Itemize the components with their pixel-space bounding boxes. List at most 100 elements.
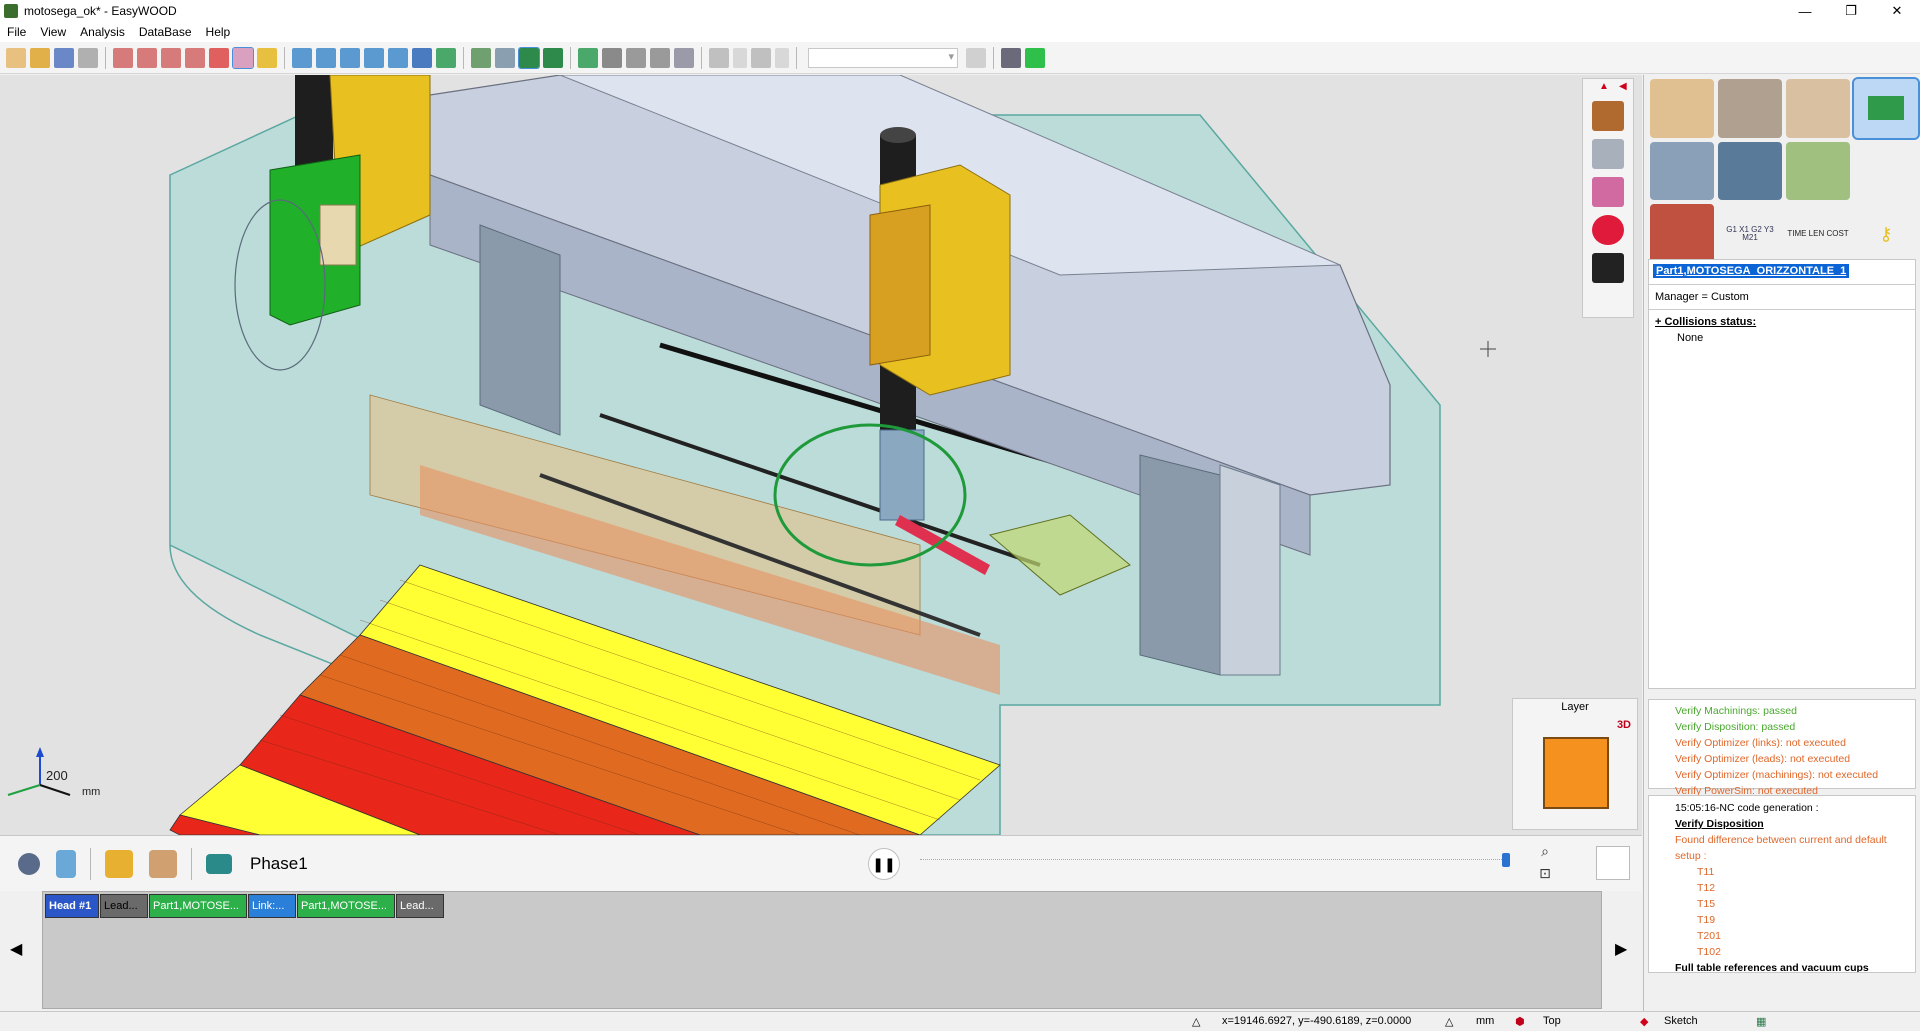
close-button[interactable]: ✕ bbox=[1874, 0, 1920, 22]
panel-blue-icon[interactable] bbox=[1718, 141, 1782, 201]
sequence-item[interactable]: Lead... bbox=[100, 894, 148, 918]
zoom-in-icon[interactable] bbox=[137, 47, 157, 68]
copy-icon[interactable] bbox=[966, 47, 986, 68]
layer-combo[interactable] bbox=[808, 47, 958, 68]
zoom-fit-icon[interactable]: ⊡ bbox=[1532, 862, 1558, 884]
menu-help[interactable]: Help bbox=[199, 25, 238, 39]
timeline-slider[interactable] bbox=[920, 853, 1510, 867]
undo-dropdown-icon[interactable] bbox=[733, 47, 747, 68]
mode-label[interactable]: Sketch bbox=[1664, 1015, 1698, 1027]
zoom-window-icon[interactable] bbox=[113, 47, 133, 68]
gear-tool-icon[interactable] bbox=[1650, 141, 1714, 201]
undo-icon[interactable] bbox=[709, 47, 729, 68]
user-icon[interactable] bbox=[1001, 47, 1021, 68]
minimize-button[interactable]: — bbox=[1782, 0, 1828, 22]
filter-button[interactable] bbox=[1596, 846, 1630, 880]
report-icon[interactable] bbox=[674, 47, 694, 68]
simulate-icon[interactable] bbox=[105, 849, 133, 878]
redo-icon[interactable] bbox=[751, 47, 771, 68]
optimize-icon[interactable] bbox=[149, 849, 177, 878]
zoom-search-icon[interactable]: ⌕ bbox=[1532, 840, 1558, 862]
pencil-tool-icon[interactable] bbox=[1650, 79, 1714, 138]
phase-bar: Phase1 ❚❚ ⌕ ⊡ bbox=[0, 835, 1642, 891]
sequence-item[interactable]: Part1,MOTOSE... bbox=[149, 894, 247, 918]
slider-knob[interactable] bbox=[1502, 853, 1510, 867]
cut-icon[interactable] bbox=[650, 47, 670, 68]
collapse-up-icon[interactable]: ▲ bbox=[1599, 81, 1609, 92]
view-back-icon[interactable] bbox=[340, 47, 360, 68]
sequence-item[interactable]: Link:... bbox=[248, 894, 296, 918]
scroll-right-icon[interactable]: ▶ bbox=[1615, 939, 1627, 959]
grid-icon[interactable]: ▦ bbox=[1756, 1015, 1766, 1028]
panel-tool-icon[interactable] bbox=[1786, 79, 1850, 138]
license-icon[interactable] bbox=[1025, 47, 1045, 68]
print-icon[interactable] bbox=[78, 47, 98, 68]
save-icon[interactable] bbox=[54, 47, 74, 68]
3d-viewport[interactable]: 200 mm bbox=[0, 75, 1642, 835]
cash-icon[interactable] bbox=[1786, 141, 1850, 201]
menu-database[interactable]: DataBase bbox=[132, 25, 199, 39]
view-label[interactable]: Top bbox=[1543, 1015, 1561, 1027]
layer-preview[interactable] bbox=[1543, 737, 1609, 809]
wireframe-icon[interactable] bbox=[471, 47, 491, 68]
trash-icon[interactable] bbox=[56, 849, 76, 878]
log-verify-disposition[interactable]: Verify Disposition bbox=[1675, 816, 1903, 832]
shaded-icon[interactable] bbox=[518, 46, 540, 69]
record-tool-icon[interactable] bbox=[1592, 215, 1624, 245]
pause-button[interactable]: ❚❚ bbox=[868, 848, 900, 880]
unit-icon: △ bbox=[1445, 1016, 1454, 1028]
section-tool-icon[interactable] bbox=[1592, 139, 1624, 169]
collapse-left-icon[interactable]: ◀ bbox=[1619, 81, 1627, 92]
settings-gear-icon[interactable] bbox=[18, 852, 40, 875]
scroll-left-icon[interactable]: ◀ bbox=[10, 939, 22, 959]
new-file-icon[interactable] bbox=[6, 47, 26, 68]
time-cost-icon[interactable]: TIME LEN COST bbox=[1786, 204, 1850, 263]
sketch-icon: ◆ bbox=[1640, 1016, 1649, 1028]
menu-file[interactable]: File bbox=[0, 25, 33, 39]
machine-tool-icon[interactable] bbox=[1852, 77, 1920, 140]
key-icon[interactable]: ⚷ bbox=[1854, 204, 1918, 263]
light-icon[interactable] bbox=[257, 47, 277, 68]
layer-mode-3d[interactable]: 3D bbox=[1617, 719, 1631, 731]
view-front-icon[interactable] bbox=[316, 47, 336, 68]
log-tool: T15 bbox=[1697, 898, 1716, 910]
box-icon[interactable] bbox=[1650, 204, 1714, 263]
unit-label[interactable]: mm bbox=[1476, 1015, 1494, 1027]
zoom-out-icon[interactable] bbox=[161, 47, 181, 68]
hand-tool-icon[interactable] bbox=[1592, 101, 1624, 131]
view-left-icon[interactable] bbox=[364, 47, 384, 68]
phase-label[interactable]: Phase1 bbox=[250, 854, 308, 874]
view-tools-strip: ▲ ◀ bbox=[1582, 78, 1634, 318]
stack-tool-icon[interactable] bbox=[1592, 253, 1624, 283]
sequence-track: Head #1 Lead... Part1,MOTOSE... Link:...… bbox=[42, 891, 1602, 1009]
menu-bar: File View Analysis DataBase Help bbox=[0, 22, 1920, 42]
gcode-icon[interactable]: G1 X1 G2 Y3 M21 bbox=[1718, 204, 1782, 263]
sequence-item[interactable]: Lead... bbox=[396, 894, 444, 918]
open-file-icon[interactable] bbox=[30, 47, 50, 68]
view-iso-icon[interactable] bbox=[292, 47, 312, 68]
select-box-icon[interactable] bbox=[578, 47, 598, 68]
shaded-edges-icon[interactable] bbox=[543, 47, 563, 68]
drill-tool-icon[interactable] bbox=[1718, 79, 1782, 138]
maximize-button[interactable]: ❐ bbox=[1828, 0, 1874, 22]
log-tool: T11 bbox=[1697, 866, 1715, 878]
sequence-item[interactable]: Part1,MOTOSE... bbox=[297, 894, 395, 918]
menu-analysis[interactable]: Analysis bbox=[73, 25, 132, 39]
menu-view[interactable]: View bbox=[33, 25, 73, 39]
measure-icon[interactable] bbox=[232, 46, 254, 69]
hidden-line-icon[interactable] bbox=[495, 47, 515, 68]
zoom-all-icon[interactable] bbox=[185, 47, 205, 68]
section-icon[interactable] bbox=[626, 47, 646, 68]
collisions-status-label[interactable]: + Collisions status: bbox=[1649, 316, 1915, 328]
redo-dropdown-icon[interactable] bbox=[775, 47, 789, 68]
sequence-item[interactable]: Head #1 bbox=[45, 894, 99, 918]
machine-view-icon[interactable] bbox=[602, 47, 622, 68]
layers-tool-icon[interactable] bbox=[1592, 177, 1624, 207]
view-top-icon[interactable] bbox=[412, 47, 432, 68]
view-custom-icon[interactable] bbox=[436, 47, 456, 68]
view-right-icon[interactable] bbox=[388, 47, 408, 68]
main-toolbar bbox=[0, 42, 1920, 74]
part-name[interactable]: Part1,MOTOSEGA_ORIZZONTALE_1 bbox=[1653, 264, 1850, 278]
log-footer[interactable]: Full table references and vacuum cups bbox=[1675, 960, 1903, 972]
pan-icon[interactable] bbox=[209, 47, 229, 68]
